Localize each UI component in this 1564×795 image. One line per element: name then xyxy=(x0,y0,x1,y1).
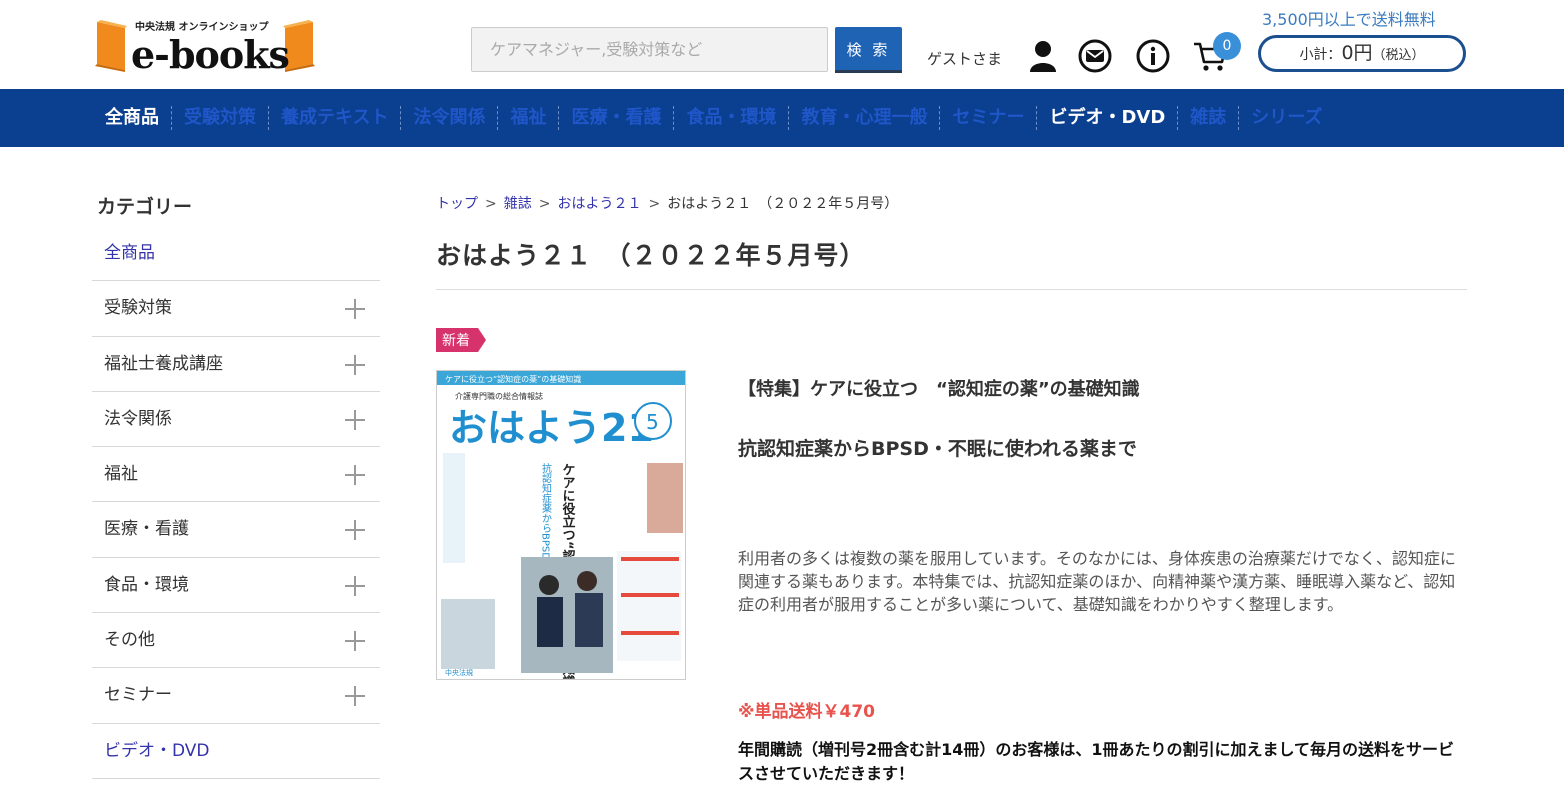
category-label: ビデオ・DVD xyxy=(104,740,210,761)
plus-icon[interactable] xyxy=(345,520,365,541)
nav-item-law[interactable]: 法令関係 xyxy=(401,106,499,130)
breadcrumb-link-top[interactable]: トップ xyxy=(436,196,478,212)
mail-icon[interactable] xyxy=(1077,38,1113,74)
search-input[interactable] xyxy=(471,27,828,72)
search-button[interactable]: 検 索 xyxy=(835,27,902,72)
feature-subheading: 抗認知症薬からBPSD・不眠に使われる薬まで xyxy=(738,438,1137,460)
plus-icon[interactable] xyxy=(345,575,365,596)
site-header: 中央法規 オンラインショップ e-books 検 索 ゲストさま 0 3,500… xyxy=(0,0,1564,89)
product-description: 利用者の多くは複数の薬を服用しています。そのなかには、身体疾患の治療薬だけでなく… xyxy=(738,549,1456,614)
cart-subtotal[interactable]: 小計：0円（税込） xyxy=(1258,35,1466,72)
breadcrumb-current: おはよう２１ （２０２２年５月号） xyxy=(667,196,899,212)
subtotal-label: 小計： xyxy=(1299,47,1342,63)
nav-item-welfare[interactable]: 福祉 xyxy=(498,106,560,130)
nav-item-seminar[interactable]: セミナー xyxy=(940,106,1038,130)
category-title: カテゴリー xyxy=(97,196,193,218)
feature-heading: 【特集】ケアに役立つ “認知症の薬”の基礎知識 xyxy=(738,379,1140,400)
category-label: 福祉 xyxy=(104,464,138,485)
breadcrumb-separator: > xyxy=(538,196,551,212)
guest-label: ゲストさま xyxy=(927,50,1003,68)
breadcrumb-link-magazine[interactable]: 雑誌 xyxy=(504,196,532,212)
user-icon[interactable] xyxy=(1025,38,1061,74)
cover-issue-number: 5 xyxy=(646,410,659,434)
nav-item-magazine[interactable]: 雑誌 xyxy=(1178,106,1240,130)
category-label: 全商品 xyxy=(104,243,155,263)
plus-icon[interactable] xyxy=(345,686,365,707)
plus-icon[interactable] xyxy=(345,409,365,430)
nav-item-medical[interactable]: 医療・看護 xyxy=(559,106,675,130)
free-shipping-notice: 3,500円以上で送料無料 xyxy=(1262,10,1436,29)
category-item-seminar[interactable]: セミナー xyxy=(92,668,380,724)
category-item-other[interactable]: その他 xyxy=(92,613,380,669)
category-label: 受験対策 xyxy=(104,298,172,319)
category-item-all[interactable]: 全商品 xyxy=(92,226,380,282)
nav-item-series[interactable]: シリーズ xyxy=(1239,106,1334,130)
category-item-law[interactable]: 法令関係 xyxy=(92,392,380,448)
cover-kicker: 介護専門職の総合情報誌 xyxy=(455,391,543,401)
category-item-exam[interactable]: 受験対策 xyxy=(92,281,380,337)
category-label: 法令関係 xyxy=(104,408,172,429)
cover-banner: ケアに役立つ“認知症の薬”の基礎知識 xyxy=(445,374,581,384)
cover-publisher: 中央法規 xyxy=(445,668,473,677)
category-label: セミナー xyxy=(104,685,172,706)
breadcrumb: トップ > 雑誌 > おはよう２１ > おはよう２１ （２０２２年５月号） xyxy=(436,193,898,213)
cover-art: ケアに役立つ“認知症の薬”の基礎知識 介護専門職の総合情報誌 おはよう21 5 … xyxy=(437,371,685,679)
category-label: 医療・看護 xyxy=(104,519,189,540)
nav-list: 全商品 受験対策 養成テキスト 法令関係 福祉 医療・看護 食品・環境 教育・心… xyxy=(93,89,1334,147)
nav-item-education[interactable]: 教育・心理一般 xyxy=(789,106,941,130)
shipping-note: ※単品送料￥470 xyxy=(738,702,876,722)
logo-wordmark: e-books xyxy=(131,32,290,77)
plus-icon[interactable] xyxy=(345,465,365,486)
plus-icon[interactable] xyxy=(345,299,365,320)
breadcrumb-separator: > xyxy=(485,196,497,212)
category-item-welfare[interactable]: 福祉 xyxy=(92,447,380,503)
nav-item-exam[interactable]: 受験対策 xyxy=(172,106,269,130)
annual-subscription-note: 年間購読（増刊号2冊含む計14冊）のお客様は、1冊あたりの割引に加えまして毎月の… xyxy=(738,740,1455,783)
page-title: おはよう２１ （２０２２年５月号） xyxy=(436,241,866,270)
category-label: その他 xyxy=(104,630,155,651)
logo-subtitle: 中央法規 オンラインショップ xyxy=(135,22,269,33)
category-item-food[interactable]: 食品・環境 xyxy=(92,558,380,614)
breadcrumb-link-series[interactable]: おはよう２１ xyxy=(557,196,641,212)
nav-item-food[interactable]: 食品・環境 xyxy=(674,106,790,130)
plus-icon[interactable] xyxy=(345,354,365,375)
subtotal-tax: （税込） xyxy=(1372,48,1425,63)
category-item-medical[interactable]: 医療・看護 xyxy=(92,502,380,558)
nav-item-video[interactable]: ビデオ・DVD xyxy=(1037,106,1179,130)
category-item-video[interactable]: ビデオ・DVD xyxy=(92,724,380,779)
subtotal-amount: 0円 xyxy=(1341,42,1373,64)
global-nav: 全商品 受験対策 養成テキスト 法令関係 福祉 医療・看護 食品・環境 教育・心… xyxy=(0,89,1564,147)
plus-icon[interactable] xyxy=(345,631,365,652)
nav-item-textbook[interactable]: 養成テキスト xyxy=(269,106,402,130)
search-button-shadow xyxy=(835,70,902,73)
cart-count-badge: 0 xyxy=(1213,32,1241,60)
category-item-course[interactable]: 福祉士養成講座 xyxy=(92,337,380,392)
new-badge: 新着 xyxy=(442,333,470,349)
info-icon[interactable] xyxy=(1135,38,1171,74)
book-icon xyxy=(95,20,127,72)
cover-masthead: おはよう21 xyxy=(449,406,654,450)
product-cover-image[interactable]: ケアに役立つ“認知症の薬”の基礎知識 介護専門職の総合情報誌 おはよう21 5 … xyxy=(436,370,686,680)
category-label: 食品・環境 xyxy=(104,574,189,595)
category-list: 全商品 受験対策 福祉士養成講座 法令関係 福祉 医療・看護 食品・環境 その他… xyxy=(92,226,380,779)
site-logo[interactable]: 中央法規 オンラインショップ e-books xyxy=(93,14,317,77)
category-label: 福祉士養成講座 xyxy=(104,353,223,374)
breadcrumb-separator: > xyxy=(648,196,661,212)
title-divider xyxy=(436,289,1467,290)
nav-item-all[interactable]: 全商品 xyxy=(93,106,172,130)
